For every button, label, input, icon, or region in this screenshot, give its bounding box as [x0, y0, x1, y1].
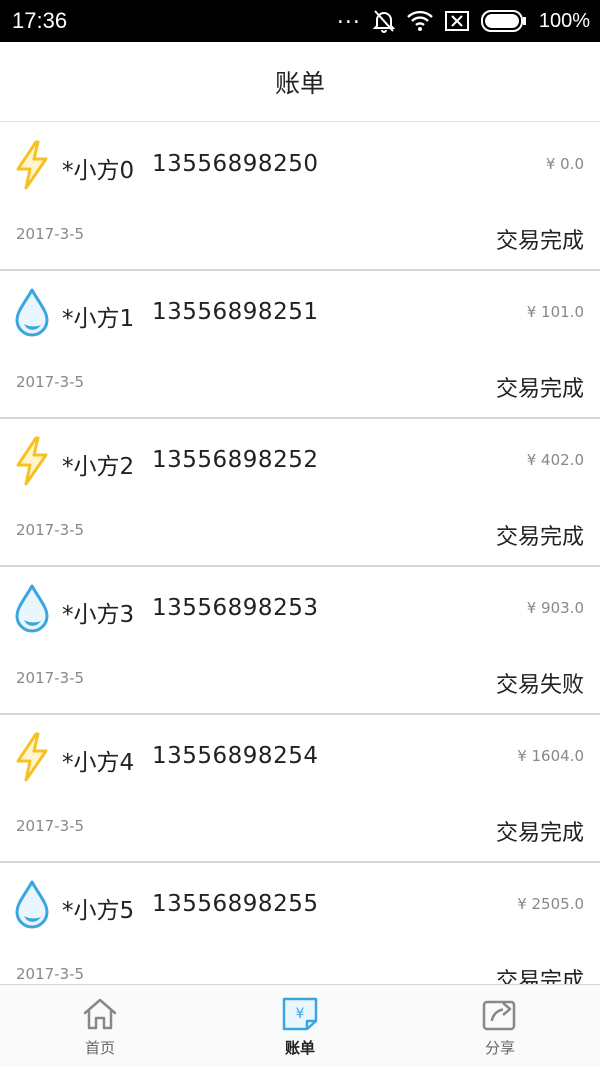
bill-name: *小方1 — [62, 306, 135, 332]
bill-phone: 13556898255 — [152, 891, 319, 917]
nav-label-home: 首页 — [84, 1039, 115, 1057]
nav-label-bills: 账单 — [284, 1039, 315, 1057]
lightning-icon — [14, 139, 50, 191]
bill-phone: 13556898251 — [152, 299, 319, 325]
battery-icon — [480, 10, 527, 32]
mute-bell-icon — [372, 9, 395, 33]
bill-date: 2017-3-5 — [16, 817, 85, 835]
bill-amount: ¥ 1604.0 — [517, 747, 584, 765]
bill-status: 交易完成 — [495, 821, 584, 846]
nav-item-share[interactable]: 分享 — [400, 985, 600, 1067]
bill-date: 2017-3-5 — [16, 521, 85, 539]
battery-percent: 100% — [538, 9, 590, 32]
status-time: 17:36 — [12, 8, 68, 33]
bill-phone: 13556898250 — [152, 151, 319, 177]
bill-phone: 13556898254 — [152, 743, 319, 769]
share-icon — [482, 1000, 516, 1031]
bill-row[interactable]: *小方4 13556898254 ¥ 1604.0 2017-3-5 交易完成 — [0, 715, 600, 863]
wifi-icon — [406, 10, 433, 32]
bill-name: *小方2 — [62, 454, 135, 480]
bill-amount: ¥ 0.0 — [545, 155, 584, 173]
bill-row[interactable]: *小方2 13556898252 ¥ 402.0 2017-3-5 交易完成 — [0, 419, 600, 567]
bill-name: *小方0 — [62, 158, 135, 184]
bill-status: 交易失败 — [495, 673, 584, 698]
bill-amount: ¥ 2505.0 — [517, 895, 584, 913]
bill-date: 2017-3-5 — [16, 225, 85, 243]
bill-list[interactable]: *小方0 13556898250 ¥ 0.0 2017-3-5 交易完成 *小方… — [0, 123, 600, 984]
nav-label-share: 分享 — [484, 1039, 515, 1057]
bill-status: 交易完成 — [495, 229, 584, 254]
bill-date: 2017-3-5 — [16, 965, 85, 983]
bill-name: *小方3 — [62, 602, 135, 628]
bill-name: *小方5 — [62, 898, 135, 924]
bottom-nav: 首页 ¥ 账单 分享 — [0, 984, 600, 1067]
nav-item-bills[interactable]: ¥ 账单 — [200, 985, 400, 1067]
status-dots: ... — [336, 4, 361, 29]
bill-row[interactable]: *小方1 13556898251 ¥ 101.0 2017-3-5 交易完成 — [0, 271, 600, 419]
lightning-icon — [14, 731, 50, 783]
bill-amount: ¥ 903.0 — [526, 599, 584, 617]
bill-amount: ¥ 402.0 — [526, 451, 584, 469]
page-header: 账单 — [0, 42, 600, 122]
bill-phone: 13556898252 — [152, 447, 319, 473]
bill-yen-icon: ¥ — [282, 997, 318, 1031]
bill-name: *小方4 — [62, 750, 135, 776]
water-drop-icon — [14, 287, 50, 339]
page-title: 账单 — [274, 68, 325, 98]
status-bar: 17:36 ... 100% — [0, 0, 600, 42]
bill-row[interactable]: *小方0 13556898250 ¥ 0.0 2017-3-5 交易完成 — [0, 123, 600, 271]
water-drop-icon — [14, 583, 50, 635]
svg-text:¥: ¥ — [296, 1006, 305, 1022]
bill-row[interactable]: *小方3 13556898253 ¥ 903.0 2017-3-5 交易失败 — [0, 567, 600, 715]
bill-amount: ¥ 101.0 — [526, 303, 584, 321]
water-drop-icon — [14, 879, 50, 931]
bill-status: 交易完成 — [495, 525, 584, 550]
bill-date: 2017-3-5 — [16, 669, 85, 687]
status-icons: ... 100% — [336, 4, 590, 33]
bill-date: 2017-3-5 — [16, 373, 85, 391]
home-icon — [83, 998, 117, 1030]
nav-item-home[interactable]: 首页 — [0, 985, 200, 1067]
bill-row[interactable]: *小方5 13556898255 ¥ 2505.0 2017-3-5 交易完成 — [0, 863, 600, 984]
bill-status: 交易完成 — [495, 377, 584, 402]
sim-off-icon — [444, 11, 469, 31]
bill-phone: 13556898253 — [152, 595, 319, 621]
bill-status: 交易完成 — [495, 969, 584, 984]
lightning-icon — [14, 435, 50, 487]
